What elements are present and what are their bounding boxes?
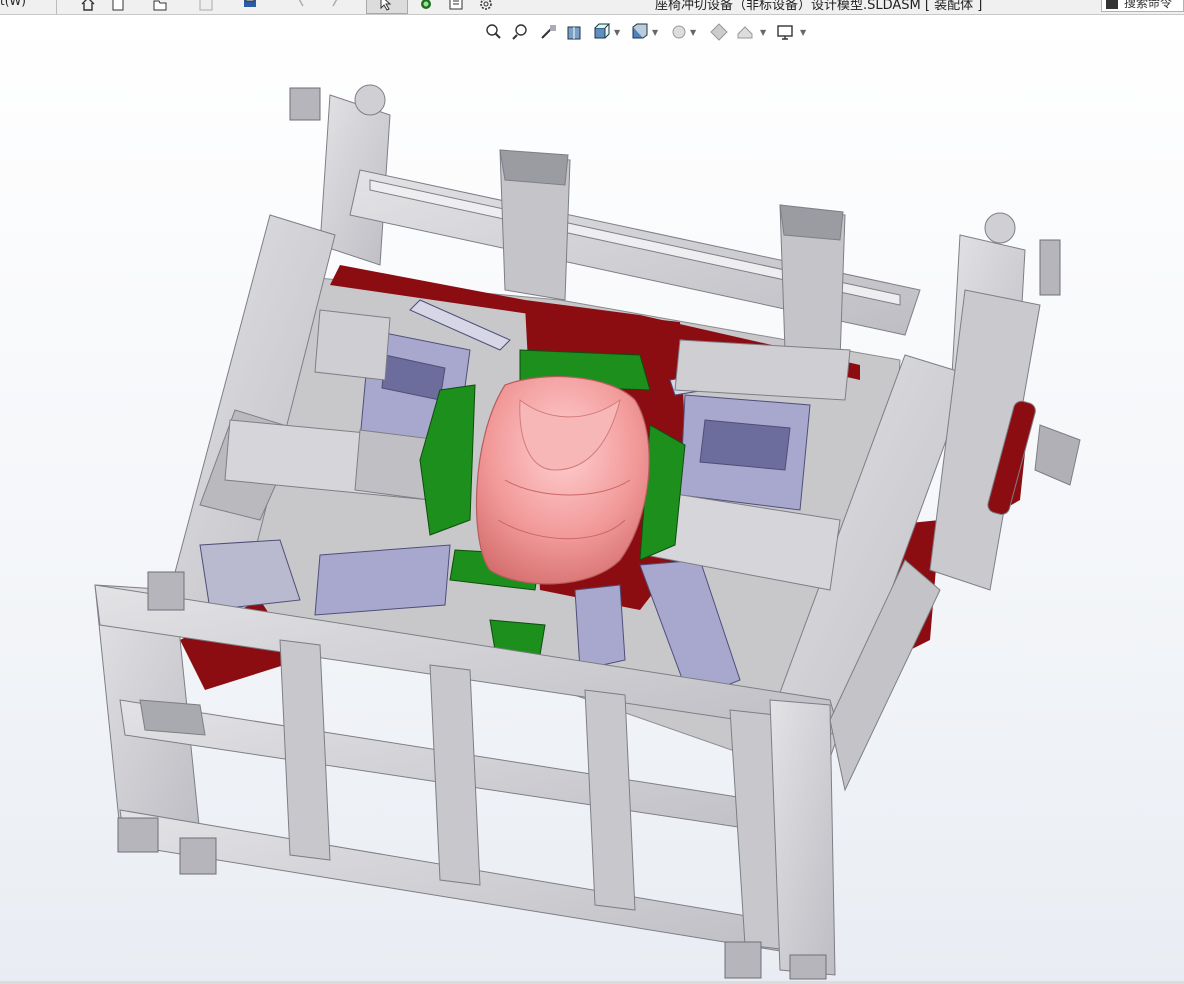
- view-settings-icon[interactable]: [774, 21, 796, 43]
- search-icon: [1106, 0, 1118, 9]
- search-placeholder: 搜索命令: [1124, 0, 1173, 10]
- undo-icon[interactable]: [295, 0, 311, 12]
- chevron-down-icon[interactable]: ▼: [614, 29, 622, 37]
- edit-appearance-icon[interactable]: [708, 21, 730, 43]
- chevron-down-icon[interactable]: ▼: [760, 29, 768, 37]
- display-style-icon[interactable]: [628, 21, 650, 43]
- save-icon[interactable]: [198, 0, 214, 12]
- menu-fragment[interactable]: t(W): [0, 0, 26, 8]
- new-document-icon[interactable]: [110, 0, 126, 12]
- view-orientation-icon[interactable]: [590, 21, 612, 43]
- print-icon[interactable]: [242, 0, 258, 12]
- window-title: 座椅冲切设备（非标设备）设计模型.SLDASM [ 装配体 ]: [655, 0, 983, 13]
- file-properties-icon[interactable]: [448, 0, 464, 12]
- seat-shell: [475, 376, 650, 585]
- search-commands-field[interactable]: 搜索命令: [1101, 0, 1184, 12]
- traffic-light-icon[interactable]: [418, 0, 434, 12]
- apply-scene-icon[interactable]: [734, 21, 756, 43]
- redo-icon[interactable]: [325, 0, 341, 12]
- home-icon[interactable]: [80, 0, 96, 12]
- chevron-down-icon[interactable]: ▼: [800, 29, 808, 37]
- assembly-model[interactable]: [0, 15, 1184, 981]
- section-view-icon[interactable]: [564, 21, 586, 43]
- zoom-to-area-icon[interactable]: [510, 21, 532, 43]
- open-icon[interactable]: [152, 0, 168, 12]
- hide-show-items-icon[interactable]: [668, 21, 690, 43]
- previous-view-icon[interactable]: [538, 21, 560, 43]
- select-icon: [377, 0, 393, 11]
- chevron-down-icon[interactable]: ▼: [690, 29, 698, 37]
- chevron-down-icon[interactable]: ▼: [652, 29, 660, 37]
- options-gear-icon[interactable]: [478, 0, 494, 12]
- main-toolbar: t(W) 座椅冲切设备（非标设备）设计模型.SLDASM [ 装配体 ] 搜索命…: [0, 0, 1184, 15]
- toolbar-separator: [56, 0, 57, 14]
- zoom-to-fit-icon[interactable]: [482, 21, 504, 43]
- select-button[interactable]: [366, 0, 408, 14]
